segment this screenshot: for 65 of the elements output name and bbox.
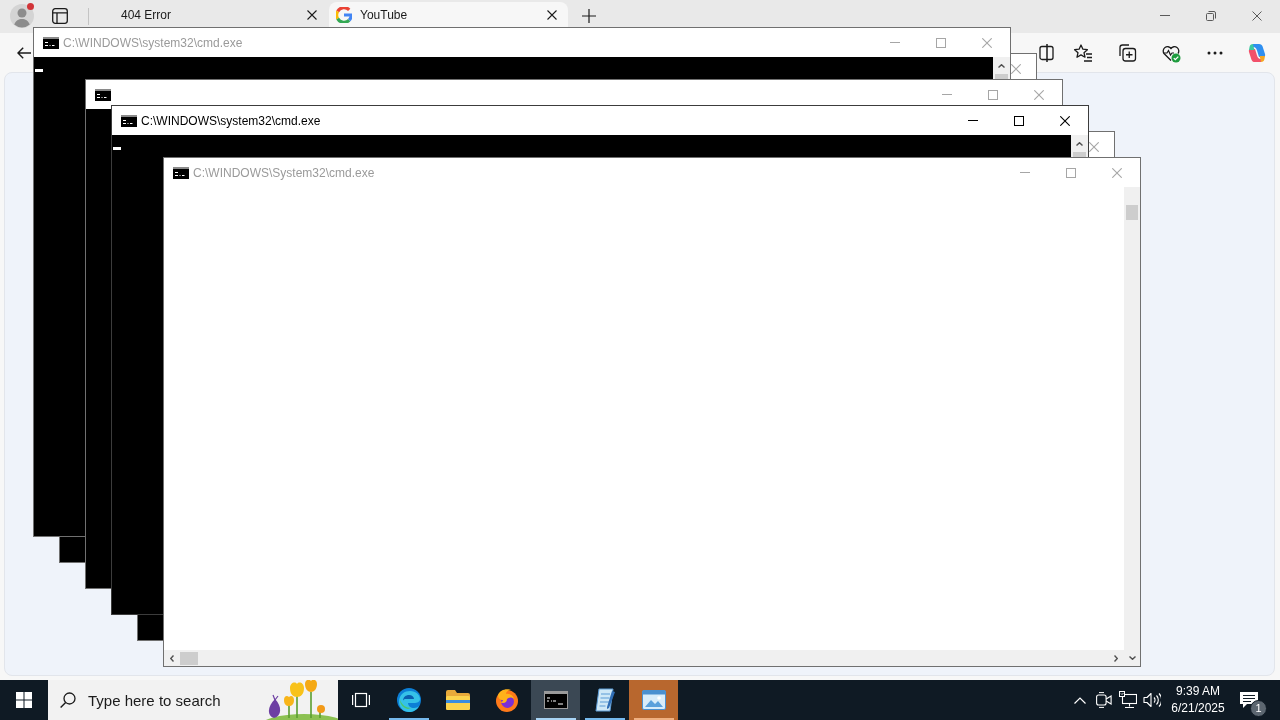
browser-tab[interactable]: YouTube [329,2,568,27]
terminal-icon [543,691,568,709]
chevron-up-icon [1076,141,1083,146]
minimize-icon [942,94,952,95]
close-icon [982,37,992,48]
window-title: C:\WINDOWS\system32\cmd.exe [141,113,321,128]
chevron-left-icon [170,654,174,662]
search-input[interactable]: Type here to search [88,691,236,709]
close-icon [1252,10,1262,21]
chevron-down-icon [1128,656,1136,660]
close-icon [1112,167,1122,178]
fox-globe-icon [494,688,519,712]
window-title: C:\WINDOWS\system32\cmd.exe [63,35,243,50]
restore-icon [1206,10,1216,21]
swirl-logo-icon [396,688,421,712]
arrow-left-icon [17,45,31,60]
chevron-up-icon [1074,696,1086,704]
maximize-icon [1066,167,1076,178]
scrollbar-thumb[interactable] [1126,205,1138,220]
minimize-icon [1160,15,1170,16]
avatar-icon [10,4,34,28]
close-icon [307,9,317,20]
notifications-button[interactable]: 1 [1228,680,1270,720]
taskbar-button[interactable] [531,680,580,720]
scrollbar[interactable] [993,57,1010,79]
split-screen-icon [1038,42,1055,63]
speaker-icon [1143,691,1161,709]
network-icon [1119,691,1137,709]
maximize-icon [936,37,946,48]
minimize-icon [968,120,978,121]
close-icon [1011,63,1021,74]
task-view-icon [352,691,370,709]
notepad-icon [592,688,617,712]
chevron-right-icon [1114,654,1118,662]
profile-button[interactable] [8,2,36,30]
vertical-scrollbar[interactable] [1124,187,1140,666]
notification-count: 1 [1250,700,1267,717]
close-icon [1089,141,1099,152]
close-icon [547,9,557,20]
search-icon [60,692,76,708]
scrollbar-thumb[interactable] [995,74,1008,79]
webcam-icon [1096,692,1112,708]
scrollbar[interactable] [1071,135,1088,157]
collections-icon [1117,42,1137,63]
more-icon [1207,50,1223,55]
folder-icon [445,690,470,710]
clock-button[interactable]: 9:39 AM 6/21/2025 [1168,680,1228,720]
browser-tab[interactable]: 404 Error [90,2,328,27]
star-list-icon [1073,42,1093,63]
close-icon [1034,89,1044,100]
sidebar-window-icon [52,8,68,24]
horizontal-scrollbar[interactable] [164,650,1124,666]
minimize-icon [890,42,900,43]
multicolor-logo-icon [1246,41,1268,64]
window-title: C:\WINDOWS\System32\cmd.exe [193,165,375,180]
picture-window-icon [641,690,666,710]
scrollbar-thumb[interactable] [180,651,198,665]
maximize-icon [988,89,998,100]
minimize-icon [1020,172,1030,173]
chevron-up-icon [998,63,1005,68]
close-icon [1060,115,1070,126]
scrollbar-thumb[interactable] [1073,152,1086,157]
maximize-icon [1014,115,1024,126]
plus-icon [582,9,596,23]
windows-logo-icon [16,692,32,708]
